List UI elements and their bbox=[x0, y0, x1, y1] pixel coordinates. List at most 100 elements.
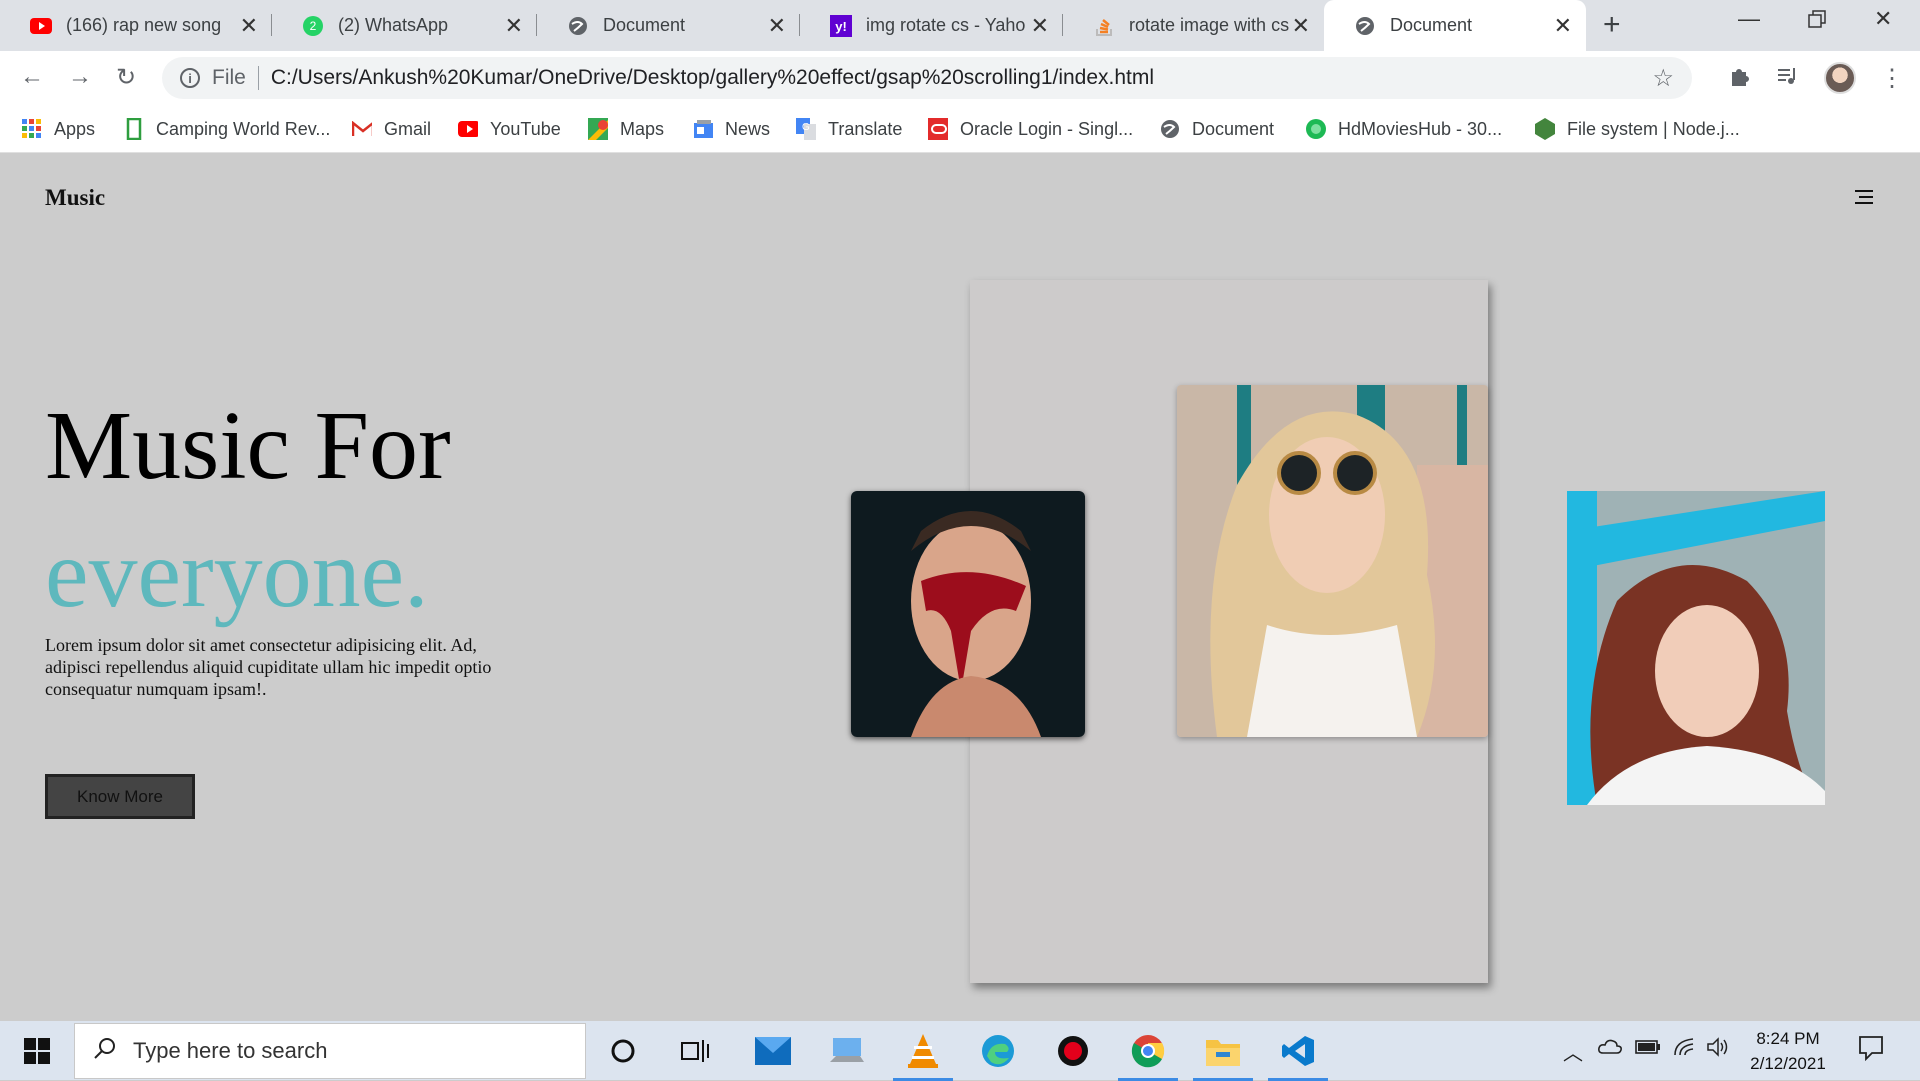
tab-title: rotate image with css bbox=[1129, 15, 1289, 35]
more-menu-icon[interactable]: ⋮ bbox=[1880, 64, 1904, 93]
hero-paragraph: Lorem ipsum dolor sit amet consectetur a… bbox=[45, 635, 492, 699]
battery-icon[interactable] bbox=[1635, 1037, 1661, 1060]
bookmark-camping-world[interactable]: Camping World Rev... bbox=[124, 105, 330, 153]
bookmark-news[interactable]: News bbox=[693, 105, 770, 153]
bookmark-gmail[interactable]: Gmail bbox=[352, 105, 431, 153]
search-placeholder: Type here to search bbox=[133, 1038, 328, 1063]
bookmark-nodejs[interactable]: File system | Node.j... bbox=[1535, 105, 1740, 153]
cortana-icon[interactable] bbox=[601, 1029, 645, 1073]
clock-date: 2/12/2021 bbox=[1750, 1054, 1826, 1073]
clock-time: 8:24 PM bbox=[1756, 1029, 1820, 1048]
bookmark-document[interactable]: Document bbox=[1160, 105, 1274, 153]
page-content: Music Music For everyone. Lorem ipsum do… bbox=[0, 153, 1920, 1021]
onedrive-icon[interactable] bbox=[1598, 1037, 1622, 1060]
search-icon bbox=[93, 1036, 117, 1066]
site-logo[interactable]: Music bbox=[45, 185, 105, 211]
tab-stackoverflow[interactable]: rotate image with css ✕ bbox=[1063, 0, 1324, 51]
close-icon[interactable]: ✕ bbox=[1292, 13, 1310, 39]
tab-title: Document bbox=[1390, 15, 1473, 35]
gmail-icon bbox=[352, 119, 372, 139]
windows-start-icon[interactable] bbox=[15, 1029, 59, 1073]
restore-icon[interactable] bbox=[1808, 8, 1826, 34]
windows-taskbar: Type here to search ︿ 8:24 PM 2/12/2021 bbox=[0, 1021, 1920, 1081]
yahoo-icon: y! bbox=[830, 14, 852, 37]
task-view-icon[interactable] bbox=[673, 1029, 717, 1073]
tab-title: Document bbox=[603, 15, 686, 35]
bookmark-translate[interactable]: G Translate bbox=[796, 105, 902, 153]
url-text[interactable]: C:/Users/Ankush%20Kumar/OneDrive/Desktop… bbox=[271, 66, 1154, 90]
mail-icon[interactable] bbox=[751, 1029, 795, 1073]
this-pc-icon[interactable] bbox=[826, 1029, 870, 1073]
screen-recorder-icon[interactable] bbox=[1051, 1029, 1095, 1073]
svg-text:G: G bbox=[802, 122, 810, 133]
minimize-icon[interactable]: — bbox=[1738, 6, 1760, 32]
news-icon bbox=[693, 119, 713, 139]
bookmark-oracle[interactable]: Oracle Login - Singl... bbox=[928, 105, 1133, 153]
hero-heading-accent: everyone. bbox=[45, 520, 429, 628]
profile-avatar[interactable] bbox=[1824, 62, 1856, 94]
gallery-image-man bbox=[851, 491, 1085, 737]
svg-text:2: 2 bbox=[310, 19, 317, 33]
bookmark-apps[interactable]: Apps bbox=[22, 105, 95, 153]
back-icon[interactable]: ← bbox=[20, 63, 44, 91]
stackoverflow-icon bbox=[1093, 15, 1115, 37]
hamburger-menu-icon[interactable] bbox=[1855, 190, 1873, 206]
file-explorer-icon[interactable] bbox=[1193, 1029, 1253, 1081]
address-bar[interactable]: i File C:/Users/Ankush%20Kumar/OneDrive/… bbox=[162, 57, 1692, 99]
forward-icon[interactable]: → bbox=[68, 63, 92, 91]
globe-icon bbox=[1354, 15, 1376, 37]
youtube-icon bbox=[30, 15, 52, 37]
bookmark-youtube[interactable]: YouTube bbox=[458, 105, 561, 153]
info-icon[interactable]: i bbox=[180, 68, 200, 88]
globe-icon bbox=[1160, 119, 1180, 139]
know-more-button[interactable]: Know More bbox=[45, 774, 195, 819]
chrome-icon[interactable] bbox=[1118, 1029, 1178, 1081]
hero-heading: Music For bbox=[45, 392, 451, 500]
apps-grid-icon bbox=[22, 119, 42, 139]
tab-title: (2) WhatsApp bbox=[338, 15, 449, 35]
close-icon[interactable]: ✕ bbox=[768, 13, 786, 39]
close-icon[interactable]: ✕ bbox=[240, 13, 258, 39]
hdmovies-icon bbox=[1306, 119, 1326, 139]
vlc-icon[interactable] bbox=[893, 1029, 953, 1081]
new-tab-button[interactable]: + bbox=[1603, 8, 1621, 42]
tab-whatsapp[interactable]: 2 (2) WhatsApp ✕ bbox=[272, 0, 537, 51]
action-center-icon[interactable] bbox=[1858, 1035, 1884, 1067]
close-icon[interactable]: ✕ bbox=[505, 13, 523, 39]
taskbar-clock[interactable]: 8:24 PM 2/12/2021 bbox=[1740, 1026, 1836, 1076]
bookmark-maps[interactable]: Maps bbox=[588, 105, 664, 153]
tab-title: img rotate cs - Yahoo bbox=[866, 15, 1026, 35]
svg-text:y!: y! bbox=[835, 19, 847, 34]
tab-document-active[interactable]: Document ✕ bbox=[1324, 0, 1586, 51]
tab-document[interactable]: Document ✕ bbox=[537, 0, 800, 51]
gallery-image-blonde-woman bbox=[1177, 385, 1488, 737]
wifi-icon[interactable] bbox=[1673, 1037, 1697, 1063]
volume-icon[interactable] bbox=[1706, 1037, 1730, 1063]
close-icon[interactable]: ✕ bbox=[1554, 13, 1572, 39]
whatsapp-icon: 2 bbox=[302, 15, 324, 37]
close-icon[interactable]: ✕ bbox=[1031, 13, 1049, 39]
youtube-icon bbox=[458, 119, 478, 139]
vscode-icon[interactable] bbox=[1268, 1029, 1328, 1081]
globe-icon bbox=[567, 15, 589, 37]
camping-icon bbox=[124, 118, 144, 140]
media-queue-icon[interactable] bbox=[1776, 64, 1800, 95]
maps-icon bbox=[588, 118, 608, 140]
extensions-icon[interactable] bbox=[1728, 64, 1752, 95]
tab-strip: (166) rap new song - ✕ 2 (2) WhatsApp ✕ … bbox=[0, 0, 1920, 51]
taskbar-search-box[interactable]: Type here to search bbox=[74, 1023, 586, 1079]
tab-title: (166) rap new song - bbox=[66, 15, 226, 35]
oracle-icon bbox=[928, 118, 948, 140]
tab-youtube[interactable]: (166) rap new song - ✕ bbox=[0, 0, 272, 51]
bookmark-hdmovieshub[interactable]: HdMoviesHub - 30... bbox=[1306, 105, 1502, 153]
browser-toolbar: ← → ↻ i File C:/Users/Ankush%20Kumar/One… bbox=[0, 51, 1920, 105]
bookmarks-bar: Apps Camping World Rev... Gmail YouTube … bbox=[0, 105, 1920, 153]
nodejs-icon bbox=[1535, 118, 1555, 140]
close-window-icon[interactable]: ✕ bbox=[1874, 6, 1892, 32]
bookmark-star-icon[interactable]: ☆ bbox=[1652, 64, 1674, 93]
edge-icon[interactable] bbox=[976, 1029, 1020, 1073]
chevron-up-icon[interactable]: ︿ bbox=[1563, 1037, 1583, 1066]
reload-icon[interactable]: ↻ bbox=[116, 63, 136, 92]
tab-yahoo[interactable]: y! img rotate cs - Yahoo ✕ bbox=[800, 0, 1063, 51]
scheme-label: File bbox=[212, 66, 246, 89]
